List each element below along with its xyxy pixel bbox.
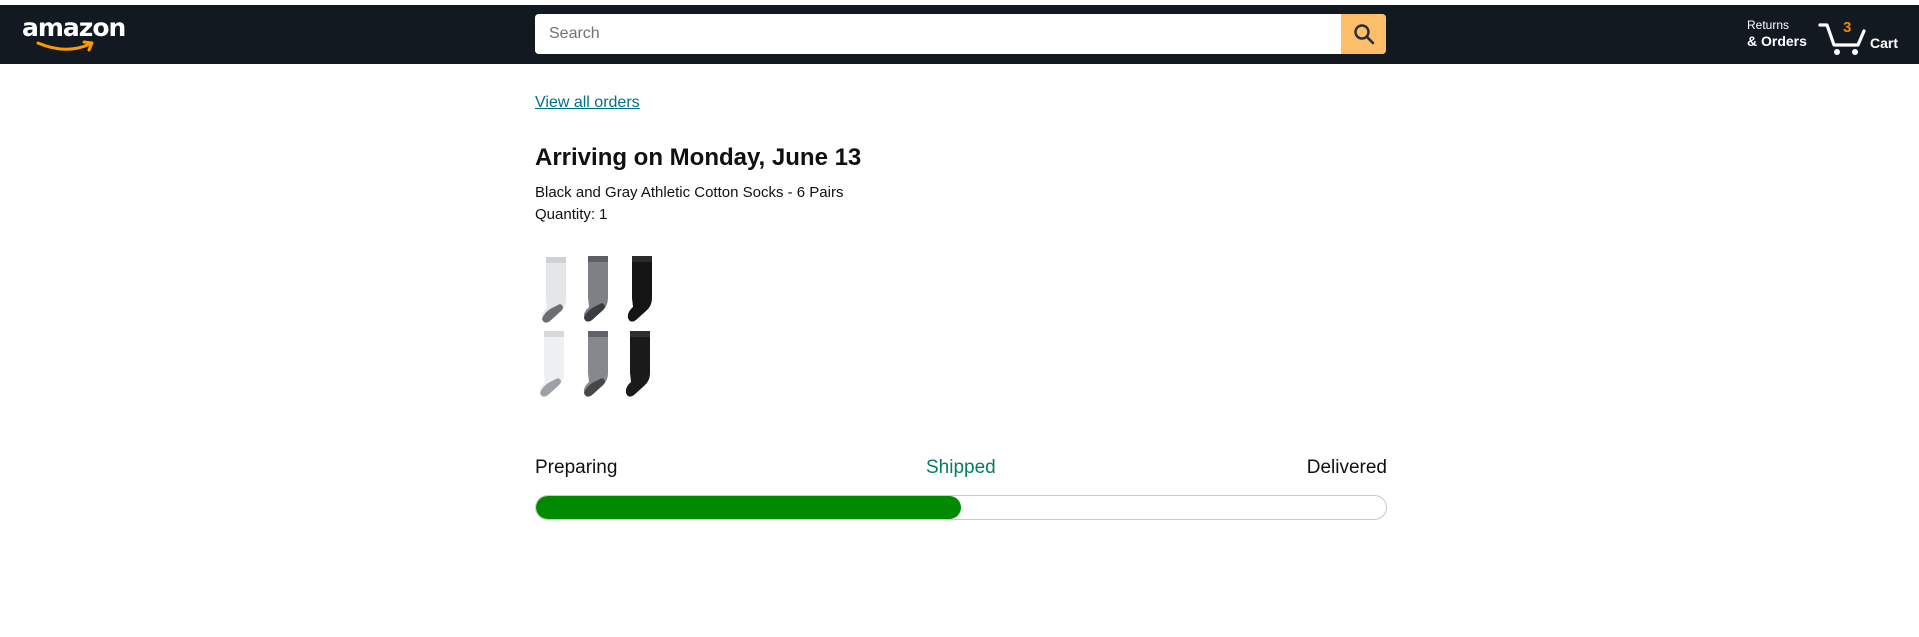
view-all-orders-link[interactable]: View all orders xyxy=(535,94,640,112)
search-bar xyxy=(535,14,1386,54)
smile-arrow-icon xyxy=(36,40,94,52)
product-name[interactable]: Black and Gray Athletic Cotton Socks - 6… xyxy=(535,184,843,201)
tracking-progress-fill xyxy=(536,496,961,519)
quantity-value: 1 xyxy=(599,206,608,223)
cart-button[interactable]: 3 Cart xyxy=(1818,19,1908,57)
stage-shipped: Shipped xyxy=(926,457,996,478)
cart-label: Cart xyxy=(1870,35,1899,51)
amazon-logo[interactable]: amazon xyxy=(22,15,126,55)
logo-text: amazon xyxy=(22,13,126,42)
search-icon xyxy=(1353,24,1374,45)
socks-icon xyxy=(539,256,652,397)
quantity-label: Quantity: xyxy=(535,206,596,223)
quantity-line: Quantity: 1 xyxy=(535,206,607,223)
search-button[interactable] xyxy=(1341,14,1386,54)
search-input[interactable] xyxy=(535,14,1335,54)
stage-delivered: Delivered xyxy=(1306,457,1387,478)
returns-orders-link[interactable]: Returns & Orders xyxy=(1747,17,1807,49)
cart-count-badge: 3 xyxy=(1843,19,1852,36)
tracking-progress-bar xyxy=(535,495,1387,520)
stage-preparing: Preparing xyxy=(535,457,618,478)
socks-image[interactable] xyxy=(535,249,673,404)
orders-label: & Orders xyxy=(1747,33,1807,49)
nav-bar: amazon Returns & Orders 3 Cart xyxy=(0,5,1919,64)
arrival-title: Arriving on Monday, June 13 xyxy=(535,144,862,171)
tracking-stages: Preparing Shipped Delivered xyxy=(535,457,1387,481)
returns-label: Returns xyxy=(1747,18,1790,32)
